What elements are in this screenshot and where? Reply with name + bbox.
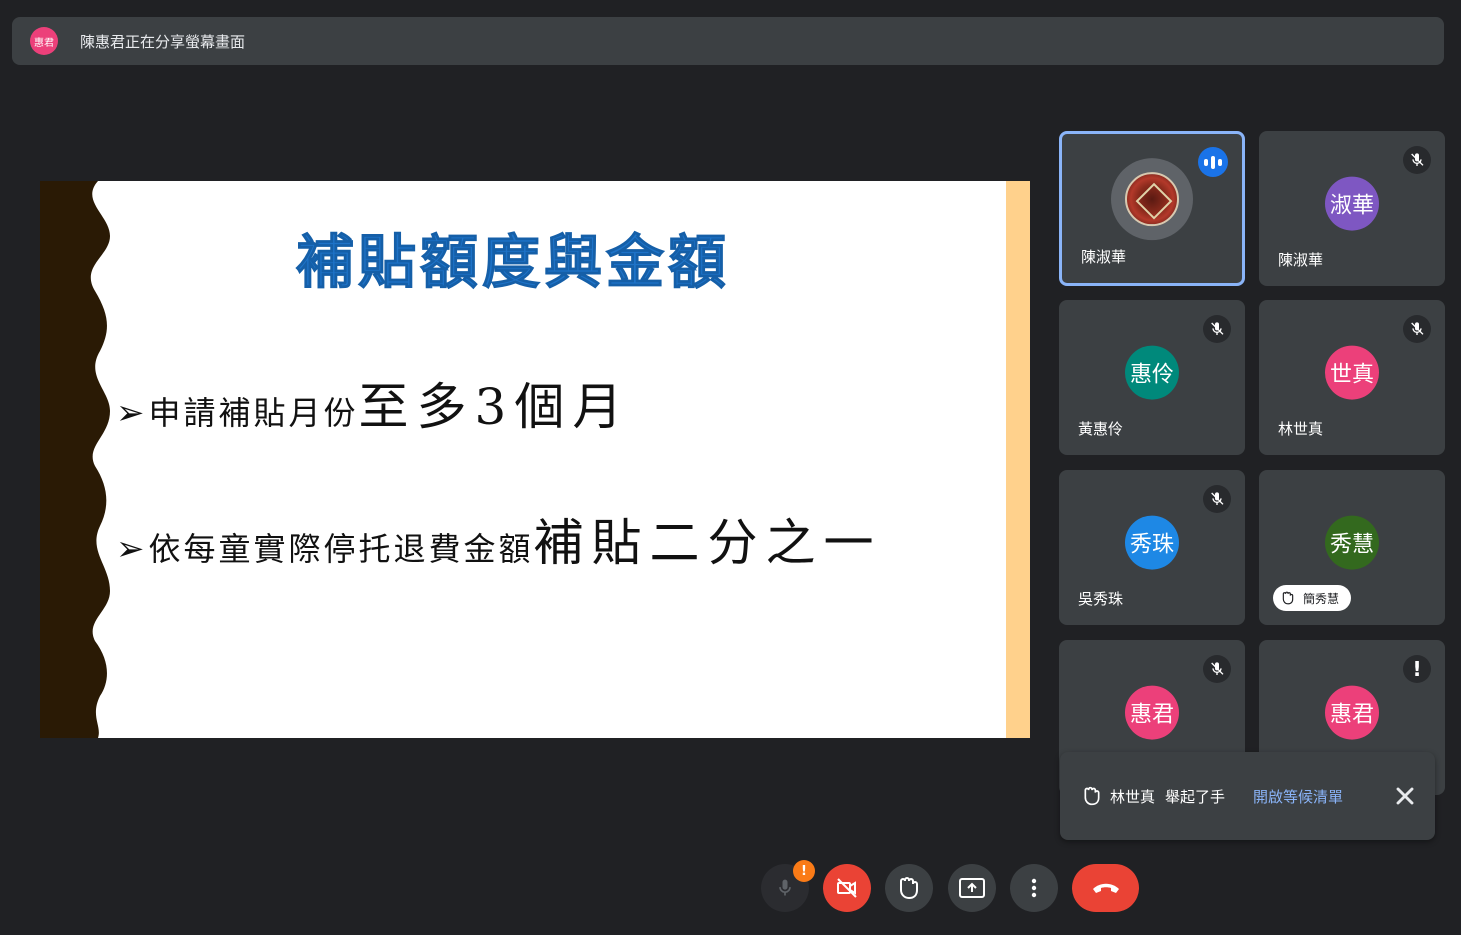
- participant-tile[interactable]: 惠伶 黃惠伶: [1059, 300, 1245, 455]
- raised-hand-notification: 林世真 舉起了手 開啟等候清單: [1060, 752, 1435, 840]
- bullet-2-emphasis: 補貼二分之一: [533, 514, 882, 572]
- participant-avatar: 惠君: [1125, 685, 1179, 740]
- slide-right-strip: [1006, 181, 1030, 738]
- notification-participant: 林世真: [1110, 787, 1156, 806]
- participant-tile[interactable]: 陳淑華: [1059, 131, 1245, 286]
- hangup-icon: [1092, 883, 1119, 893]
- participant-tile[interactable]: 世真 林世真: [1259, 300, 1445, 455]
- participant-avatar: 秀珠: [1125, 515, 1179, 570]
- open-queue-link[interactable]: 開啟等候清單: [1253, 786, 1343, 807]
- participant-tile[interactable]: 淑華 陳淑華: [1259, 131, 1445, 286]
- participant-avatar: 惠伶: [1125, 345, 1179, 400]
- camera-toggle-button[interactable]: [823, 864, 871, 912]
- participant-avatar: 世真: [1325, 345, 1379, 400]
- bullet-2-text: 依每童實際停托退費金額: [148, 530, 534, 568]
- mic-off-icon: [1403, 315, 1431, 343]
- camera-off-icon: [837, 878, 857, 898]
- bullet-arrow-icon: ➢: [116, 529, 145, 569]
- hand-icon: [1084, 786, 1100, 806]
- presentation-banner: 惠君 陳惠君正在分享螢幕畫面: [12, 17, 1444, 65]
- mic-warning-badge: !: [793, 860, 815, 882]
- mic-icon: [779, 879, 791, 896]
- present-icon: [959, 878, 985, 898]
- bullet-arrow-icon: ➢: [116, 393, 145, 433]
- leave-call-button[interactable]: [1072, 864, 1139, 912]
- hand-icon: [900, 877, 918, 900]
- raised-hand-badge: 簡秀慧: [1273, 585, 1352, 611]
- participant-avatar: 惠君: [1325, 685, 1379, 740]
- mic-off-icon: [1203, 655, 1231, 683]
- notification-message: 舉起了手: [1165, 787, 1226, 806]
- slide-bullet-2: ➢ 依每童實際停托退費金額 補貼二分之一: [116, 503, 882, 575]
- slide-bullet-1: ➢ 申請補貼月份 至多3個月: [116, 367, 630, 439]
- participant-avatar: 淑華: [1325, 176, 1379, 231]
- warning-icon: !: [1403, 655, 1431, 683]
- participant-photo-ring: [1111, 157, 1193, 240]
- mic-off-icon: [1203, 485, 1231, 513]
- participant-avatar: 秀慧: [1325, 515, 1379, 570]
- participant-name: 林世真: [1278, 420, 1324, 438]
- participant-tile[interactable]: 秀珠 吳秀珠: [1059, 470, 1245, 625]
- present-screen-button[interactable]: [948, 864, 996, 912]
- bullet-1-emphasis: 至多3個月: [358, 378, 631, 436]
- slide-title: 補貼額度與金額: [295, 228, 731, 297]
- participant-name: 黃惠伶: [1078, 420, 1124, 438]
- speaking-indicator-icon: [1198, 147, 1228, 177]
- shared-screen: 補貼額度與金額 ➢ 申請補貼月份 至多3個月 ➢ 依每童實際停托退費金額 補貼二…: [40, 181, 1030, 738]
- slide-wave-border: [40, 181, 110, 738]
- participant-photo: [1125, 171, 1179, 226]
- presenting-message: 陳惠君正在分享螢幕畫面: [80, 32, 246, 51]
- bullet-1-text: 申請補貼月份: [148, 394, 359, 432]
- more-vert-icon: [1031, 878, 1037, 898]
- participant-tile[interactable]: 秀慧 簡秀慧: [1259, 470, 1445, 625]
- participant-name: 吳秀珠: [1078, 590, 1124, 608]
- participant-name: 陳淑華: [1278, 251, 1324, 269]
- mic-off-icon: [1203, 315, 1231, 343]
- more-options-button[interactable]: [1010, 864, 1058, 912]
- presenter-avatar: 惠君: [30, 27, 58, 55]
- hand-icon: [1282, 591, 1294, 605]
- microphone-button[interactable]: !: [761, 860, 815, 912]
- raise-hand-button[interactable]: [885, 864, 933, 912]
- participant-name: 簡秀慧: [1303, 591, 1340, 606]
- mic-off-icon: [1403, 146, 1431, 174]
- close-icon[interactable]: [1391, 782, 1419, 810]
- participant-name: 陳淑華: [1081, 248, 1127, 266]
